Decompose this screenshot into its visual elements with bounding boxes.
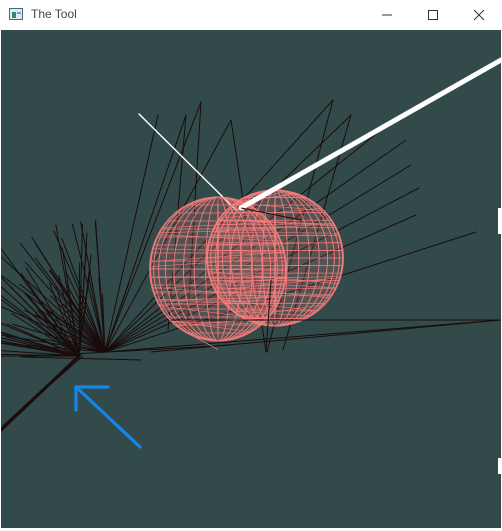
direction-arrow xyxy=(74,385,142,449)
minimize-icon xyxy=(382,14,392,16)
render-viewport[interactable] xyxy=(1,30,501,528)
sphere-right xyxy=(206,187,344,327)
window-title: The Tool xyxy=(31,7,77,21)
tree-stroke xyxy=(104,319,501,353)
title-bar[interactable]: The Tool xyxy=(0,0,502,30)
close-icon xyxy=(473,9,485,21)
white-beam xyxy=(238,57,501,211)
light-ray xyxy=(138,113,237,211)
close-button[interactable] xyxy=(456,0,502,30)
tree-trunk-edge xyxy=(4,355,84,425)
wireframe-spheres xyxy=(149,187,344,350)
arrow-shaft xyxy=(74,385,142,449)
maximize-button[interactable] xyxy=(410,0,456,30)
maximize-icon xyxy=(428,10,438,20)
edge-marker xyxy=(498,458,501,474)
tree-branch xyxy=(78,262,81,357)
edge-marker xyxy=(498,208,501,234)
minimize-button[interactable] xyxy=(364,0,410,30)
app-icon xyxy=(9,8,23,20)
app-window: The Tool xyxy=(0,0,502,531)
scene-canvas[interactable] xyxy=(1,30,501,528)
sphere-outline xyxy=(206,189,344,327)
